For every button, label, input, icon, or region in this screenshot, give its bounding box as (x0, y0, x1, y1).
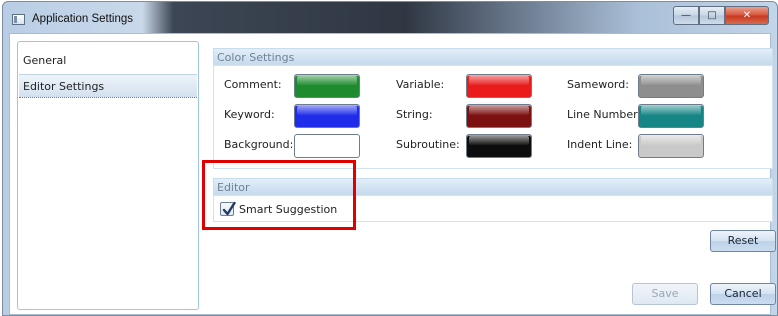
settings-nav: General Editor Settings (17, 41, 199, 310)
nav-item-general[interactable]: General (19, 49, 197, 73)
color-settings-header: Color Settings (213, 48, 773, 65)
line-number-color-button[interactable] (638, 104, 704, 128)
minimize-button[interactable]: — (673, 6, 699, 25)
subroutine-label: Subroutine: (396, 138, 460, 151)
save-button[interactable]: Save (632, 283, 698, 305)
nav-item-editor-settings[interactable]: Editor Settings (19, 74, 197, 98)
close-icon: ✕ (742, 10, 752, 21)
variable-label: Variable: (396, 78, 445, 91)
keyword-label: Keyword: (224, 108, 275, 121)
application-settings-window: Application Settings — □ ✕ General Edito… (2, 1, 778, 316)
comment-color-button[interactable] (294, 74, 360, 98)
indent-line-color-button[interactable] (638, 134, 704, 158)
color-settings-panel: Comment: Variable: Sameword: Keyword: St… (213, 65, 773, 169)
sameword-color-button[interactable] (638, 74, 704, 98)
cancel-button[interactable]: Cancel (710, 283, 776, 305)
background-label: Background: (224, 138, 294, 151)
settings-client-area: General Editor Settings Color Settings C… (9, 33, 776, 315)
background-color-button[interactable] (294, 134, 360, 158)
reset-button[interactable]: Reset (710, 230, 776, 252)
indent-line-label: Indent Line: (567, 138, 633, 151)
minimize-icon: — (681, 10, 691, 21)
nav-item-label: General (23, 54, 67, 67)
line-number-label: Line Number: (567, 108, 642, 121)
maximize-button[interactable]: □ (699, 6, 725, 25)
window-title: Application Settings (32, 13, 134, 25)
caption-buttons: — □ ✕ (673, 6, 769, 25)
subroutine-color-button[interactable] (466, 134, 532, 158)
title-bar[interactable]: Application Settings — □ ✕ (3, 2, 777, 34)
maximize-icon: □ (707, 10, 717, 21)
keyword-color-button[interactable] (294, 104, 360, 128)
variable-color-button[interactable] (466, 74, 532, 98)
annotation-highlight-box (202, 160, 356, 230)
string-label: String: (396, 108, 433, 121)
close-button[interactable]: ✕ (725, 6, 769, 25)
string-color-button[interactable] (466, 104, 532, 128)
sameword-label: Sameword: (567, 78, 629, 91)
section-title: Color Settings (217, 51, 295, 64)
nav-item-label: Editor Settings (23, 80, 105, 93)
app-icon (12, 14, 25, 25)
comment-label: Comment: (224, 78, 282, 91)
